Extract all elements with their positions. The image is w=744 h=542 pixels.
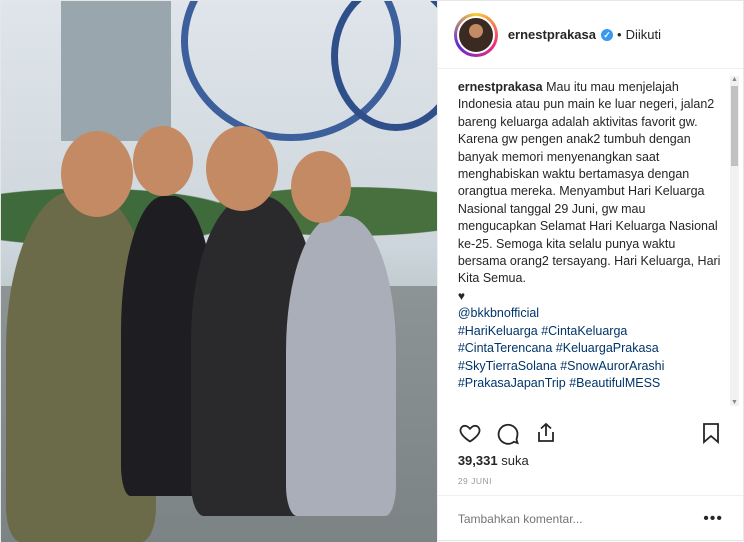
caption-heart: ♥ [457,288,465,303]
avatar[interactable] [453,12,498,57]
avatar-image [456,15,495,54]
scroll-down-arrow[interactable]: ▼ [730,399,739,406]
post-date[interactable]: 29 JUNI [458,476,492,486]
comment-bar: ••• [437,495,743,542]
comment-input[interactable] [457,512,678,526]
likes-count[interactable]: 39,331 suka [458,453,529,468]
verified-icon: ✓ [601,29,613,41]
caption-tag-line[interactable]: #PrakasaJapanTrip #BeautifulMESS [458,375,723,392]
post-photo[interactable] [1,1,437,542]
caption-tag-line[interactable]: #CintaTerencana #KeluargaPrakasa [458,340,723,357]
photo-girl [286,216,396,516]
share-icon[interactable] [534,421,558,445]
likes-label: suka [501,453,529,468]
action-bar [458,419,723,447]
bookmark-icon[interactable] [699,421,723,445]
caption-username[interactable]: ernestprakasa [458,80,543,94]
photo-girl-face [291,151,351,223]
caption-tag-line[interactable]: @bkkbnofficial [458,305,723,322]
caption-text: Mau itu mau menjelajah Indonesia atau pu… [457,80,721,286]
more-options-icon[interactable]: ••• [703,510,723,528]
caption-tag-line[interactable]: #SkyTierraSolana #SnowAurorArashi [458,358,723,375]
comment-icon[interactable] [496,421,520,445]
post-sidebar: ernestprakasa ✓ • Diikuti ernestprakasa M… [436,1,743,542]
scroll-up-arrow[interactable]: ▲ [730,76,739,83]
photo-woman-face [61,131,133,217]
post-header: ernestprakasa ✓ • Diikuti [437,1,743,69]
instagram-post: ernestprakasa ✓ • Diikuti ernestprakasa M… [0,0,744,542]
caption-area: ernestprakasa Mau itu mau menjelajah Ind… [438,70,743,410]
likes-number: 39,331 [457,453,498,468]
header-username-text[interactable]: ernestprakasa [508,27,596,42]
photo-boy-face [133,126,193,196]
caption-tag-line[interactable]: #HariKeluarga #CintaKeluarga [458,323,723,340]
caption-scrollbar[interactable]: ▲ ▼ [730,76,739,406]
follow-status-button[interactable]: Diikuti [626,27,661,42]
header-separator: • [617,27,622,42]
header-username[interactable]: ernestprakasa ✓ [508,27,613,42]
photo-man-face [206,126,278,211]
scroll-thumb[interactable] [731,86,738,166]
caption: ernestprakasa Mau itu mau menjelajah Ind… [458,79,723,392]
heart-icon[interactable] [458,421,482,445]
photo-building [61,1,171,141]
